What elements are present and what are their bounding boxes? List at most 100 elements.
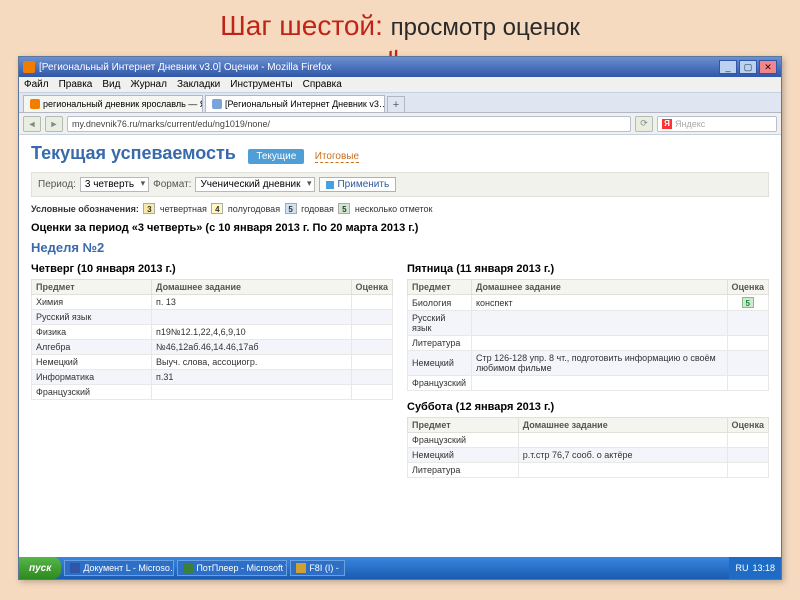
- col-grade: Оценка: [351, 280, 392, 295]
- days-row: Четверг (10 января 2013 г.) ПредметДомаш…: [31, 259, 769, 478]
- cell-subject: Биология: [408, 295, 472, 311]
- reload-button[interactable]: ⟳: [635, 116, 653, 132]
- apply-button[interactable]: Применить: [319, 177, 396, 192]
- legend-badge-year: 5: [285, 203, 297, 214]
- firefox-window: [Региональный Интернет Дневник v3.0] Оце…: [18, 56, 782, 580]
- day-title: Суббота (12 января 2013 г.): [407, 397, 769, 417]
- browser-tab-2[interactable]: [Региональный Интернет Дневник v3…: [205, 95, 385, 112]
- cell-homework: Выуч. слова, ассоциогр.: [152, 355, 351, 370]
- taskbar-item[interactable]: F8I (I) -: [290, 560, 345, 576]
- col-subject: Предмет: [32, 280, 152, 295]
- url-text: my.dnevnik76.ru/marks/current/edu/ng1019…: [72, 119, 270, 129]
- tab-label: региональный дневник ярославль — Я…: [43, 99, 203, 109]
- friday-table: ПредметДомашнее заданиеОценка Биологияко…: [407, 279, 769, 391]
- cell-homework: Стр 126-128 упр. 8 чт., подготовить инфо…: [471, 351, 727, 376]
- app-icon: [296, 563, 306, 573]
- col-subject: Предмет: [408, 418, 519, 433]
- format-select[interactable]: Ученический дневник: [195, 177, 315, 192]
- period-label: Период:: [38, 179, 76, 190]
- day-friday-saturday: Пятница (11 января 2013 г.) ПредметДомаш…: [407, 259, 769, 478]
- favicon-icon: [30, 99, 40, 109]
- taskbar-item-label: F8I (I) -: [309, 563, 339, 573]
- col-grade: Оценка: [727, 418, 768, 433]
- url-field[interactable]: my.dnevnik76.ru/marks/current/edu/ng1019…: [67, 116, 631, 132]
- tab-label: [Региональный Интернет Дневник v3…: [225, 99, 385, 109]
- start-label: пуск: [29, 563, 51, 574]
- cell-grade: [727, 448, 768, 463]
- legend-badge-quarter: 3: [143, 203, 155, 214]
- slide-title-red: Шаг шестой:: [220, 10, 383, 41]
- menu-tools[interactable]: Инструменты: [225, 79, 297, 90]
- search-placeholder: Яндекс: [675, 119, 705, 129]
- cell-homework: п.31: [152, 370, 351, 385]
- table-row: Биологияконспект5: [408, 295, 769, 311]
- cell-homework: конспект: [471, 295, 727, 311]
- cell-homework: р.т.стр 76,7 сооб. о актёре: [518, 448, 727, 463]
- maximize-button[interactable]: ▢: [739, 60, 757, 74]
- apply-label: Применить: [337, 179, 389, 190]
- menu-journal[interactable]: Журнал: [125, 79, 172, 90]
- legend-half: полугодовая: [228, 204, 280, 214]
- close-button[interactable]: ✕: [759, 60, 777, 74]
- cell-subject: Литература: [408, 463, 519, 478]
- cell-subject: Информатика: [32, 370, 152, 385]
- firefox-icon: [23, 61, 35, 73]
- back-button[interactable]: ◄: [23, 116, 41, 132]
- slide-title: Шаг шестой: просмотр оценок: [0, 0, 800, 46]
- menu-bookmarks[interactable]: Закладки: [172, 79, 225, 90]
- cell-homework: [471, 311, 727, 336]
- system-tray[interactable]: RU 13:18: [729, 557, 781, 579]
- legend-quarter: четвертная: [160, 204, 207, 214]
- table-row: Немецкийр.т.стр 76,7 сооб. о актёре: [408, 448, 769, 463]
- period-select[interactable]: 3 четверть: [80, 177, 149, 192]
- search-field[interactable]: ЯЯндекс: [657, 116, 777, 132]
- col-homework: Домашнее задание: [152, 280, 351, 295]
- col-grade: Оценка: [727, 280, 768, 295]
- menu-view[interactable]: Вид: [97, 79, 125, 90]
- page-content: Текущая успеваемость Текущие Итоговые Пе…: [19, 135, 781, 557]
- forward-button[interactable]: ►: [45, 116, 63, 132]
- cell-grade: [727, 311, 768, 336]
- cell-subject: Французский: [32, 385, 152, 400]
- new-tab-button[interactable]: +: [387, 96, 405, 112]
- tray-lang[interactable]: RU: [735, 563, 748, 573]
- cell-grade: [351, 310, 392, 325]
- cell-subject: Алгебра: [32, 340, 152, 355]
- cell-subject: Французский: [408, 376, 472, 391]
- window-title: [Региональный Интернет Дневник v3.0] Оце…: [39, 62, 332, 73]
- browser-tab-1[interactable]: региональный дневник ярославль — Я…: [23, 95, 203, 112]
- cell-grade: [727, 336, 768, 351]
- cell-subject: Русский язык: [408, 311, 472, 336]
- cell-subject: Немецкий: [408, 351, 472, 376]
- table-row: Русский язык: [32, 310, 393, 325]
- col-homework: Домашнее задание: [518, 418, 727, 433]
- tab-final-grades[interactable]: Итоговые: [315, 151, 359, 163]
- start-button[interactable]: пуск: [19, 557, 61, 579]
- cell-grade: [351, 295, 392, 310]
- cell-subject: Русский язык: [32, 310, 152, 325]
- cell-homework: п. 13: [152, 295, 351, 310]
- menu-file[interactable]: Файл: [19, 79, 54, 90]
- menu-help[interactable]: Справка: [298, 79, 347, 90]
- cell-grade: [727, 433, 768, 448]
- slide-title-black: просмотр оценок: [391, 14, 580, 41]
- legend: Условные обозначения: 3 четвертная 4 пол…: [31, 203, 769, 214]
- taskbar-item-label: Документ L - Microso…: [83, 563, 174, 573]
- day-thursday: Четверг (10 января 2013 г.) ПредметДомаш…: [31, 259, 393, 478]
- legend-multi: несколько отметок: [355, 204, 433, 214]
- cell-subject: Немецкий: [408, 448, 519, 463]
- taskbar-item[interactable]: Документ L - Microso…: [64, 560, 174, 576]
- tab-current-grades[interactable]: Текущие: [248, 149, 304, 164]
- table-row: Русский язык: [408, 311, 769, 336]
- taskbar-item[interactable]: ПотПлеер - Microsoft W…: [177, 560, 287, 576]
- cell-subject: Немецкий: [32, 355, 152, 370]
- address-bar: ◄ ► my.dnevnik76.ru/marks/current/edu/ng…: [19, 113, 781, 135]
- cell-homework: [518, 463, 727, 478]
- table-row: Химияп. 13: [32, 295, 393, 310]
- table-row: НемецкийВыуч. слова, ассоциогр.: [32, 355, 393, 370]
- window-titlebar[interactable]: [Региональный Интернет Дневник v3.0] Оце…: [19, 57, 781, 77]
- cell-grade: [351, 370, 392, 385]
- menu-edit[interactable]: Правка: [54, 79, 98, 90]
- apply-icon: [326, 181, 334, 189]
- minimize-button[interactable]: _: [719, 60, 737, 74]
